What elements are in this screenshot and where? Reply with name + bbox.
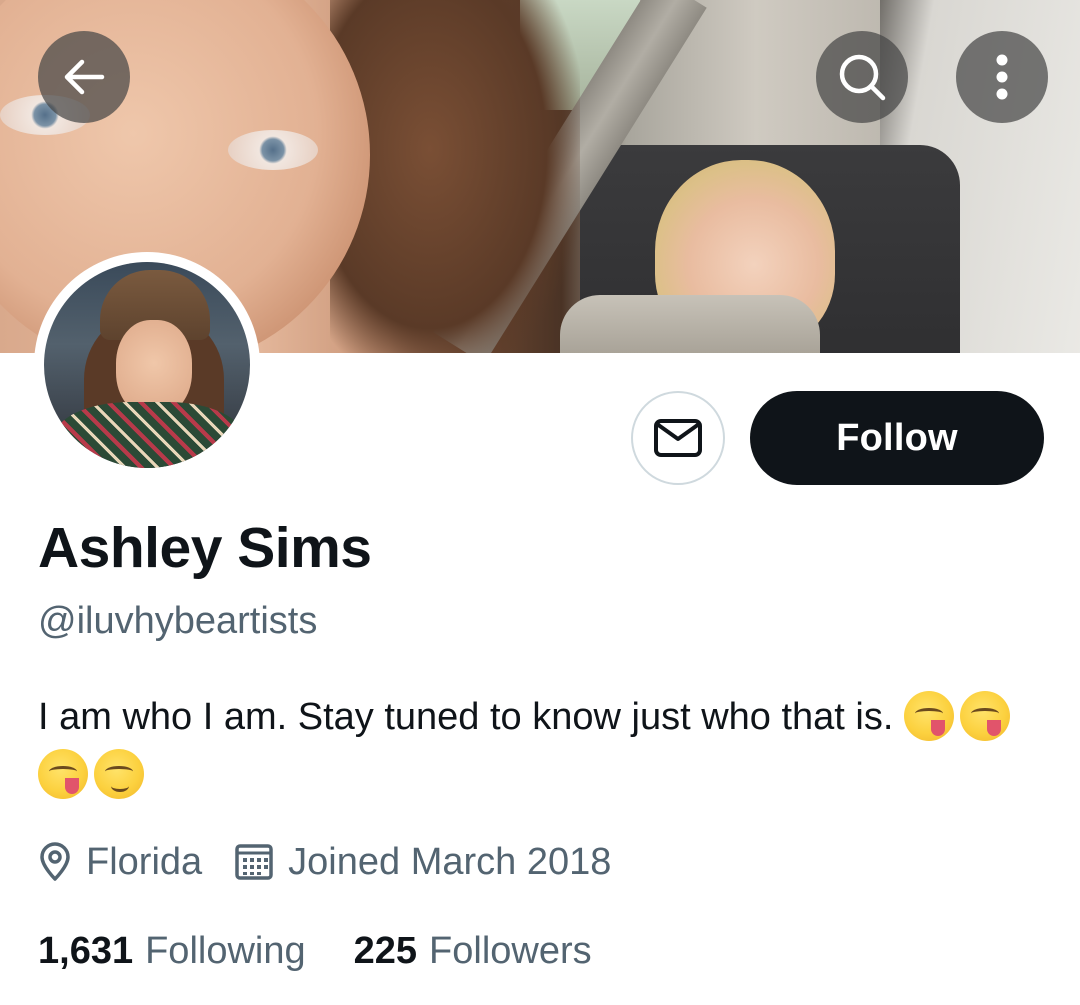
search-button[interactable] (816, 31, 908, 123)
avatar-photo (44, 262, 250, 468)
face-savoring-food-emoji (903, 691, 954, 741)
banner-eye (228, 130, 318, 170)
calendar-icon (235, 844, 273, 880)
profile-handle: @iluvhybeartists (38, 600, 318, 642)
banner-armrest (560, 295, 820, 353)
profile-meta: Florida Joined March 2018 (38, 836, 611, 888)
profile-stats: 1,631 Following 225 Followers (38, 930, 592, 973)
follow-button[interactable]: Follow (750, 391, 1044, 485)
arrow-left-icon (64, 59, 105, 95)
followers-count: 225 (353, 930, 418, 972)
joined-text: Joined March 2018 (288, 840, 612, 883)
more-options-button[interactable] (956, 31, 1048, 123)
search-icon (839, 54, 886, 101)
profile-bio: I am who I am. Stay tuned to know just w… (38, 688, 1038, 804)
followers-label: Followers (429, 930, 592, 972)
following-link[interactable]: 1,631 Following (38, 930, 306, 973)
back-button[interactable] (38, 31, 130, 123)
more-vertical-icon (996, 54, 1008, 100)
bio-text: I am who I am. Stay tuned to know just w… (38, 696, 894, 738)
location-item: Florida (38, 841, 202, 884)
location-text: Florida (86, 840, 203, 883)
face-savoring-food-emoji (38, 749, 88, 799)
profile-name: Ashley Sims (38, 516, 372, 580)
following-label: Following (145, 930, 306, 972)
followers-link[interactable]: 225 Followers (354, 930, 592, 973)
envelope-icon (654, 419, 702, 457)
message-button[interactable] (631, 391, 725, 485)
face-savoring-food-emoji (959, 691, 1010, 741)
following-count: 1,631 (38, 930, 134, 972)
joined-item: Joined March 2018 (234, 841, 611, 884)
avatar-jacket (54, 402, 244, 468)
winking-face-with-tongue-emoji (94, 749, 144, 799)
location-pin-icon (40, 842, 70, 881)
profile-avatar[interactable] (34, 252, 260, 478)
